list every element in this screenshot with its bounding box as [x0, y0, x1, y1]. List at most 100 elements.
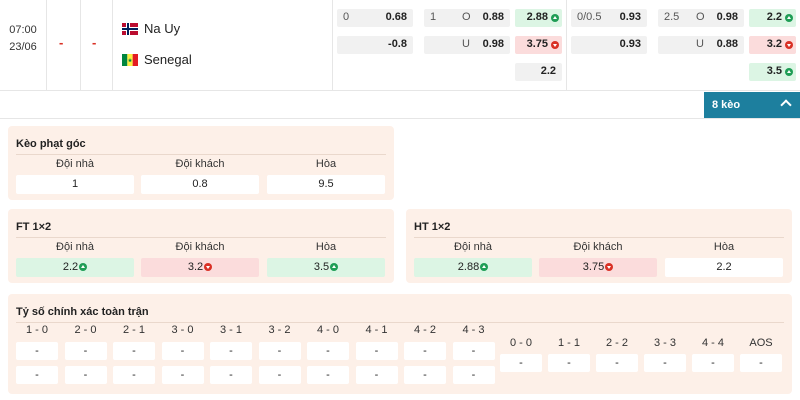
ht-home-odds[interactable]: 2.88: [414, 258, 532, 277]
handicap-line: 0/0.5: [577, 11, 602, 23]
divider: [332, 0, 333, 90]
column-header: Đội nhà: [56, 241, 94, 253]
ht-draw-odds[interactable]: 2.2: [665, 258, 783, 277]
ft-1x2-home[interactable]: 2.88: [515, 9, 562, 27]
more-odds-button[interactable]: 8 kèo: [704, 92, 800, 118]
score-header: 4 - 0: [316, 324, 339, 336]
ht-1x2-draw[interactable]: 3.5: [749, 63, 796, 81]
score-odds-cell[interactable]: -: [16, 342, 58, 360]
score-odds-cell[interactable]: -: [113, 366, 155, 384]
score-odds-cell[interactable]: -: [404, 366, 446, 384]
odds-value: 3.2: [187, 261, 204, 273]
ht-away-odds[interactable]: 3.75: [539, 258, 657, 277]
column-header: Hòa: [315, 241, 337, 253]
corners-away-odds[interactable]: 0.8: [141, 175, 259, 194]
column-header: Hòa: [315, 158, 337, 170]
kickoff-time: 07:00: [9, 24, 37, 36]
score-odds-cell[interactable]: -: [740, 354, 782, 372]
score-odds-cell[interactable]: -: [64, 366, 107, 384]
odds-value: 0.8: [192, 178, 208, 190]
odds-value: 2.2: [716, 261, 732, 273]
over-label: O: [462, 11, 471, 23]
score-odds-cell[interactable]: -: [210, 366, 252, 384]
divider: [16, 322, 784, 323]
score-header: 2 - 2: [605, 337, 628, 349]
arrow-up-icon: [480, 263, 489, 271]
score-odds-cell[interactable]: -: [210, 342, 252, 360]
senegal-flag-icon: [122, 53, 138, 66]
odds-value: 0.98: [716, 11, 738, 23]
odds-value: 0.93: [619, 11, 641, 23]
score-odds-cell[interactable]: -: [258, 366, 301, 384]
corners-home-odds[interactable]: 1: [16, 175, 134, 194]
score-odds-cell[interactable]: -: [113, 342, 155, 360]
column-header: Đội khách: [573, 241, 623, 253]
ft-handicap-home[interactable]: 0 0.68: [337, 9, 413, 27]
away-score: -: [92, 35, 97, 50]
chevron-up-icon: [780, 99, 792, 111]
away-team[interactable]: Senegal: [122, 52, 192, 67]
score-odds-cell[interactable]: -: [355, 366, 398, 384]
score-header: 1 - 0: [25, 324, 48, 336]
home-team[interactable]: Na Uy: [122, 21, 180, 36]
score-odds-cell[interactable]: -: [161, 366, 204, 384]
column-header: Đội khách: [175, 241, 225, 253]
correct-score-panel: Tỷ số chính xác toàn trận 1 - 0--2 - 0--…: [8, 294, 792, 394]
score-odds-cell[interactable]: -: [500, 354, 542, 372]
ht-handicap-away[interactable]: 0.93: [571, 36, 647, 54]
ht-under[interactable]: U 0.88: [658, 36, 744, 54]
score-header: 3 - 1: [219, 324, 242, 336]
corners-draw-odds[interactable]: 9.5: [267, 175, 385, 194]
score-odds-cell[interactable]: -: [161, 342, 204, 360]
score-odds-cell[interactable]: -: [452, 342, 495, 360]
column-header: Hòa: [713, 241, 735, 253]
arrow-up-icon: [330, 263, 339, 271]
ht-over[interactable]: 2.5 O 0.98: [658, 9, 744, 27]
home-team-name: Na Uy: [144, 21, 181, 36]
ft-handicap-away[interactable]: -0.8: [337, 36, 413, 54]
ft-1x2-away[interactable]: 3.75: [515, 36, 562, 54]
odds-value: 3.5: [313, 261, 330, 273]
column-header: Đội nhà: [56, 158, 94, 170]
divider: [46, 0, 47, 90]
score-odds-cell[interactable]: -: [307, 342, 349, 360]
ft-1x2-draw[interactable]: 2.2: [515, 63, 562, 81]
score-odds-cell[interactable]: -: [355, 342, 398, 360]
ou-line: 2.5: [664, 11, 680, 23]
score-odds-cell[interactable]: -: [596, 354, 638, 372]
score-odds-cell[interactable]: -: [64, 342, 107, 360]
divider: [566, 0, 567, 90]
score-header: 4 - 3: [462, 324, 485, 336]
ft-over[interactable]: 1 O 0.88: [424, 9, 510, 27]
ht-1x2-away[interactable]: 3.2: [749, 36, 796, 54]
panel-title: HT 1×2: [414, 221, 451, 233]
score-odds-cell[interactable]: -: [16, 366, 58, 384]
ht-handicap-home[interactable]: 0/0.5 0.93: [571, 9, 647, 27]
panel-title: FT 1×2: [16, 221, 52, 233]
column-header: Đội khách: [175, 158, 225, 170]
odds-value: 3.75: [526, 38, 548, 50]
odds-value: 3.5: [766, 65, 782, 77]
ft-home-odds[interactable]: 2.2: [16, 258, 134, 277]
score-odds-cell[interactable]: -: [404, 342, 446, 360]
home-score: -: [59, 35, 64, 50]
score-odds-cell[interactable]: -: [307, 366, 349, 384]
away-team-name: Senegal: [144, 52, 192, 67]
score-odds-cell[interactable]: -: [644, 354, 686, 372]
more-odds-label: 8 kèo: [712, 99, 741, 111]
odds-value: 3.75: [582, 261, 605, 273]
score-odds-cell[interactable]: -: [692, 354, 734, 372]
odds-value: 2.88: [457, 261, 480, 273]
ht-1x2-home[interactable]: 2.2: [749, 9, 796, 27]
divider: [80, 0, 81, 90]
score-odds-cell[interactable]: -: [258, 342, 301, 360]
score-odds-cell[interactable]: -: [452, 366, 495, 384]
panel-title: Tỷ số chính xác toàn trận: [16, 306, 149, 318]
ft-draw-odds[interactable]: 3.5: [267, 258, 385, 277]
ft-away-odds[interactable]: 3.2: [141, 258, 259, 277]
score-odds-cell[interactable]: -: [548, 354, 590, 372]
ft-under[interactable]: U 0.98: [424, 36, 510, 54]
odds-value: 2.88: [526, 11, 548, 23]
arrow-up-icon: [551, 14, 559, 22]
odds-value: 1: [71, 178, 79, 190]
